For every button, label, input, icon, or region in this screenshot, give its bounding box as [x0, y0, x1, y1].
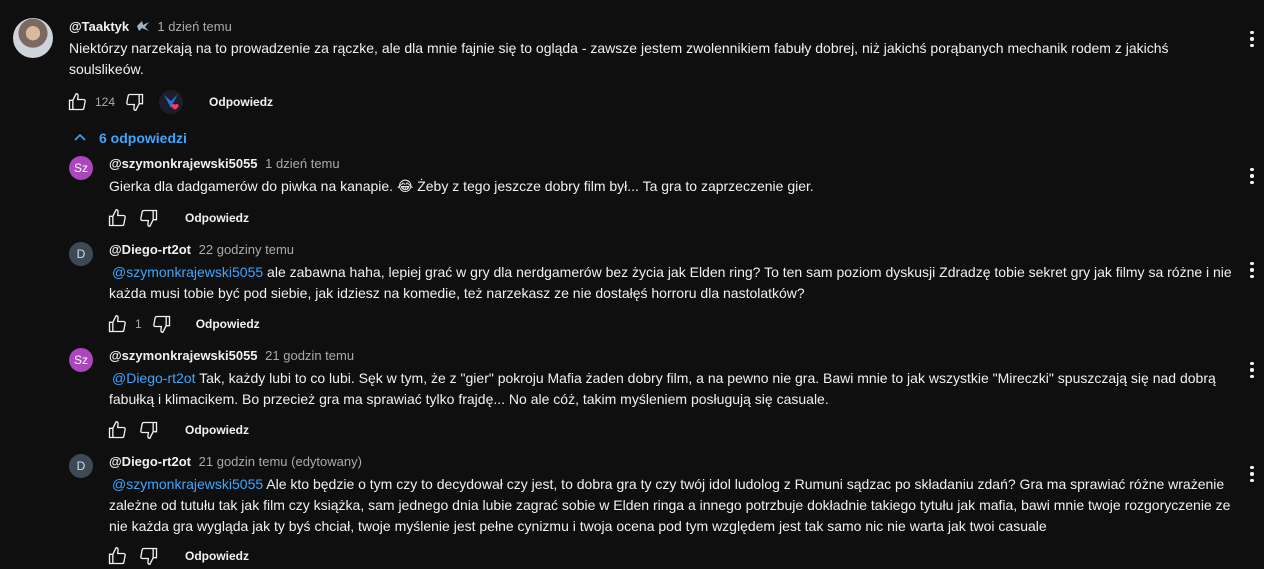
- dislike-icon[interactable]: [152, 314, 172, 334]
- reply-text-line: Tak, każdy lubi to co lubi. Sęk w tym, ż…: [199, 370, 1216, 386]
- comment-text-line: soulslikeów.: [69, 61, 144, 77]
- like-icon[interactable]: [107, 420, 127, 440]
- reply-actions: Odpowiedz: [107, 418, 249, 442]
- author-name[interactable]: @Taaktyk: [69, 19, 129, 34]
- reply-text: @szymonkrajewski5055 Ale kto będzie o ty…: [109, 474, 1234, 537]
- comment-time[interactable]: 21 godzin temu (edytowany): [199, 454, 362, 469]
- author-avatar[interactable]: [13, 18, 53, 58]
- membership-badge-icon: [136, 21, 149, 31]
- like-icon[interactable]: [107, 208, 127, 228]
- reply-avatar[interactable]: D: [69, 242, 93, 266]
- reply-button[interactable]: Odpowiedz: [185, 211, 249, 225]
- reply-button[interactable]: Odpowiedz: [196, 317, 260, 331]
- reply-button[interactable]: Odpowiedz: [209, 95, 273, 109]
- comment-time[interactable]: 21 godzin temu: [265, 348, 354, 363]
- reply-text-line: każda musi tobie być pod siebie, jak idz…: [109, 285, 805, 301]
- reply-text-line: zależne od tutułu tak jak film czy książ…: [109, 497, 1231, 513]
- replies-count-label: 6 odpowiedzi: [99, 130, 187, 146]
- dislike-icon[interactable]: [139, 208, 159, 228]
- like-count: 124: [95, 95, 116, 109]
- mention-link[interactable]: @Diego-rt2ot: [112, 370, 195, 386]
- like-icon[interactable]: [107, 546, 127, 566]
- mention-link[interactable]: @szymonkrajewski5055: [112, 264, 263, 280]
- reply-actions: Odpowiedz: [107, 206, 249, 230]
- comment-time[interactable]: 1 dzień temu: [157, 19, 231, 34]
- reply-avatar[interactable]: Sz: [69, 156, 93, 180]
- reply-text-line: Ale kto będzie o tym czy to decydował cz…: [266, 476, 1225, 492]
- mention-link[interactable]: @szymonkrajewski5055: [112, 476, 263, 492]
- dislike-icon[interactable]: [125, 92, 145, 112]
- author-name[interactable]: @szymonkrajewski5055: [109, 348, 258, 363]
- reply-header: @Diego-rt2ot 22 godziny temu: [109, 242, 294, 258]
- comment-actions: 124 Odpowiedz: [67, 90, 273, 114]
- reply-avatar[interactable]: D: [69, 454, 93, 478]
- replies-toggle[interactable]: 6 odpowiedzi: [72, 128, 187, 148]
- comment-time[interactable]: 1 dzień temu: [265, 156, 339, 171]
- comment-header: @Taaktyk 1 dzień temu: [69, 19, 232, 35]
- reply-text: @Diego-rt2ot Tak, każdy lubi to co lubi.…: [109, 368, 1234, 410]
- more-options-icon[interactable]: [1248, 29, 1256, 49]
- reply-avatar[interactable]: Sz: [69, 348, 93, 372]
- more-options-icon[interactable]: [1248, 464, 1256, 484]
- more-options-icon[interactable]: [1248, 166, 1256, 186]
- like-icon[interactable]: [67, 92, 87, 112]
- like-icon[interactable]: [107, 314, 127, 334]
- author-name[interactable]: @szymonkrajewski5055: [109, 156, 258, 171]
- reply-text-line: ale zabawna haha, lepiej grać w gry dla …: [267, 264, 1232, 280]
- more-options-icon[interactable]: [1248, 360, 1256, 380]
- reply-text-line: nie każda gra wygląda jak ty byś chciał,…: [109, 518, 1047, 534]
- dislike-icon[interactable]: [139, 420, 159, 440]
- dislike-icon[interactable]: [139, 546, 159, 566]
- reply-text-line: fabułką i klimacikem. Bo przecież gra ma…: [109, 391, 829, 407]
- reply-header: @szymonkrajewski5055 21 godzin temu: [109, 348, 354, 364]
- comment-text: Niektórzy narzekają na to prowadzenie za…: [69, 38, 1189, 80]
- comment-text-line: Niektórzy narzekają na to prowadzenie za…: [69, 40, 1169, 56]
- author-name[interactable]: @Diego-rt2ot: [109, 242, 191, 257]
- creator-heart-icon: [159, 90, 184, 114]
- reply-header: @szymonkrajewski5055 1 dzień temu: [109, 156, 340, 172]
- chevron-up-icon: [74, 133, 86, 141]
- reply-header: @Diego-rt2ot 21 godzin temu (edytowany): [109, 454, 362, 470]
- comment-time[interactable]: 22 godziny temu: [199, 242, 294, 257]
- reply-button[interactable]: Odpowiedz: [185, 549, 249, 563]
- reply-button[interactable]: Odpowiedz: [185, 423, 249, 437]
- reply-text: @szymonkrajewski5055 ale zabawna haha, l…: [109, 262, 1234, 304]
- like-count: 1: [135, 317, 142, 331]
- reply-text: Gierka dla dadgamerów do piwka na kanapi…: [109, 178, 814, 194]
- reply-actions: 1 Odpowiedz: [107, 312, 260, 336]
- more-options-icon[interactable]: [1248, 260, 1256, 280]
- reply-actions: Odpowiedz: [107, 544, 249, 568]
- author-name[interactable]: @Diego-rt2ot: [109, 454, 191, 469]
